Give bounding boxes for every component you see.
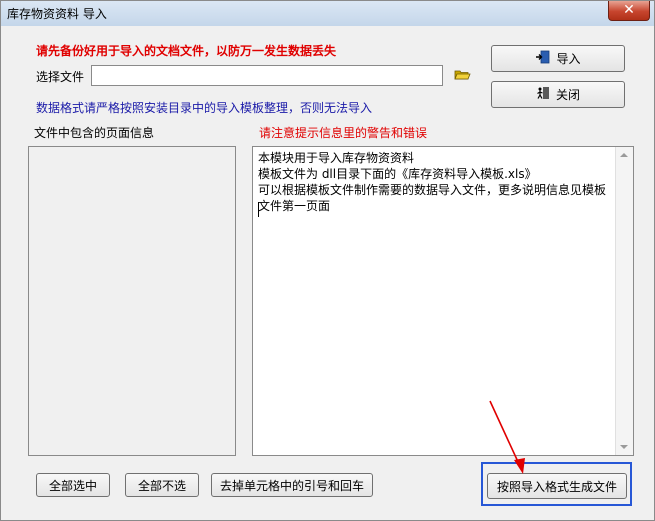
info-line: 可以根据模板文件制作需要的数据导入文件，更多说明信息见模板 [258,183,607,197]
scroll-down-arrow-icon[interactable] [620,445,628,449]
window-title: 库存物资资料 导入 [7,7,107,21]
import-button-label: 导入 [556,52,581,66]
text-caret [258,202,259,217]
strip-quotes-label: 去掉单元格中的引号和回车 [219,478,364,493]
window-close-button[interactable]: ✕ [608,1,650,21]
page-list[interactable] [28,146,236,456]
select-all-label: 全部选中 [48,478,97,493]
import-door-icon [535,50,550,67]
info-line: 模板文件为 dll目录下面的《库存资料导入模板.xls》 [258,167,537,181]
file-label: 选择文件 [36,70,85,84]
close-button[interactable]: 关闭 [491,81,625,108]
file-path-input[interactable] [91,65,443,86]
close-icon: ✕ [623,2,635,18]
import-button[interactable]: 导入 [491,45,625,72]
import-dialog-window: 库存物资资料 导入 ✕ 请先备份好用于导入的文档文件，以防万一发生数据丢失 选择… [0,0,655,521]
exit-icon [536,86,550,103]
annotation-arrow [489,400,525,474]
backup-warning: 请先备份好用于导入的文档文件，以防万一发生数据丢失 [36,44,337,58]
scroll-up-arrow-icon[interactable] [620,153,628,157]
title-bar[interactable]: 库存物资资料 导入 ✕ [1,1,654,26]
deselect-all-label: 全部不选 [137,478,186,493]
folder-open-icon[interactable] [454,68,471,84]
info-line: 文件第一页面 [258,199,331,213]
close-button-label: 关闭 [555,88,580,102]
memo-scrollbar[interactable] [615,147,633,455]
attention-label: 请注意提示信息里的警告和错误 [259,126,428,140]
strip-quotes-button[interactable]: 去掉单元格中的引号和回车 [211,473,373,497]
info-text: 本模块用于导入库存物资资料 模板文件为 dll目录下面的《库存资料导入模板.xl… [258,150,613,214]
pages-label: 文件中包含的页面信息 [34,126,155,140]
select-all-button[interactable]: 全部选中 [36,473,110,497]
format-note: 数据格式请严格按照安装目录中的导入模板整理，否则无法导入 [36,101,373,115]
info-memo[interactable]: 本模块用于导入库存物资资料 模板文件为 dll目录下面的《库存资料导入模板.xl… [252,146,634,456]
info-line: 本模块用于导入库存物资资料 [258,151,415,165]
deselect-all-button[interactable]: 全部不选 [125,473,199,497]
